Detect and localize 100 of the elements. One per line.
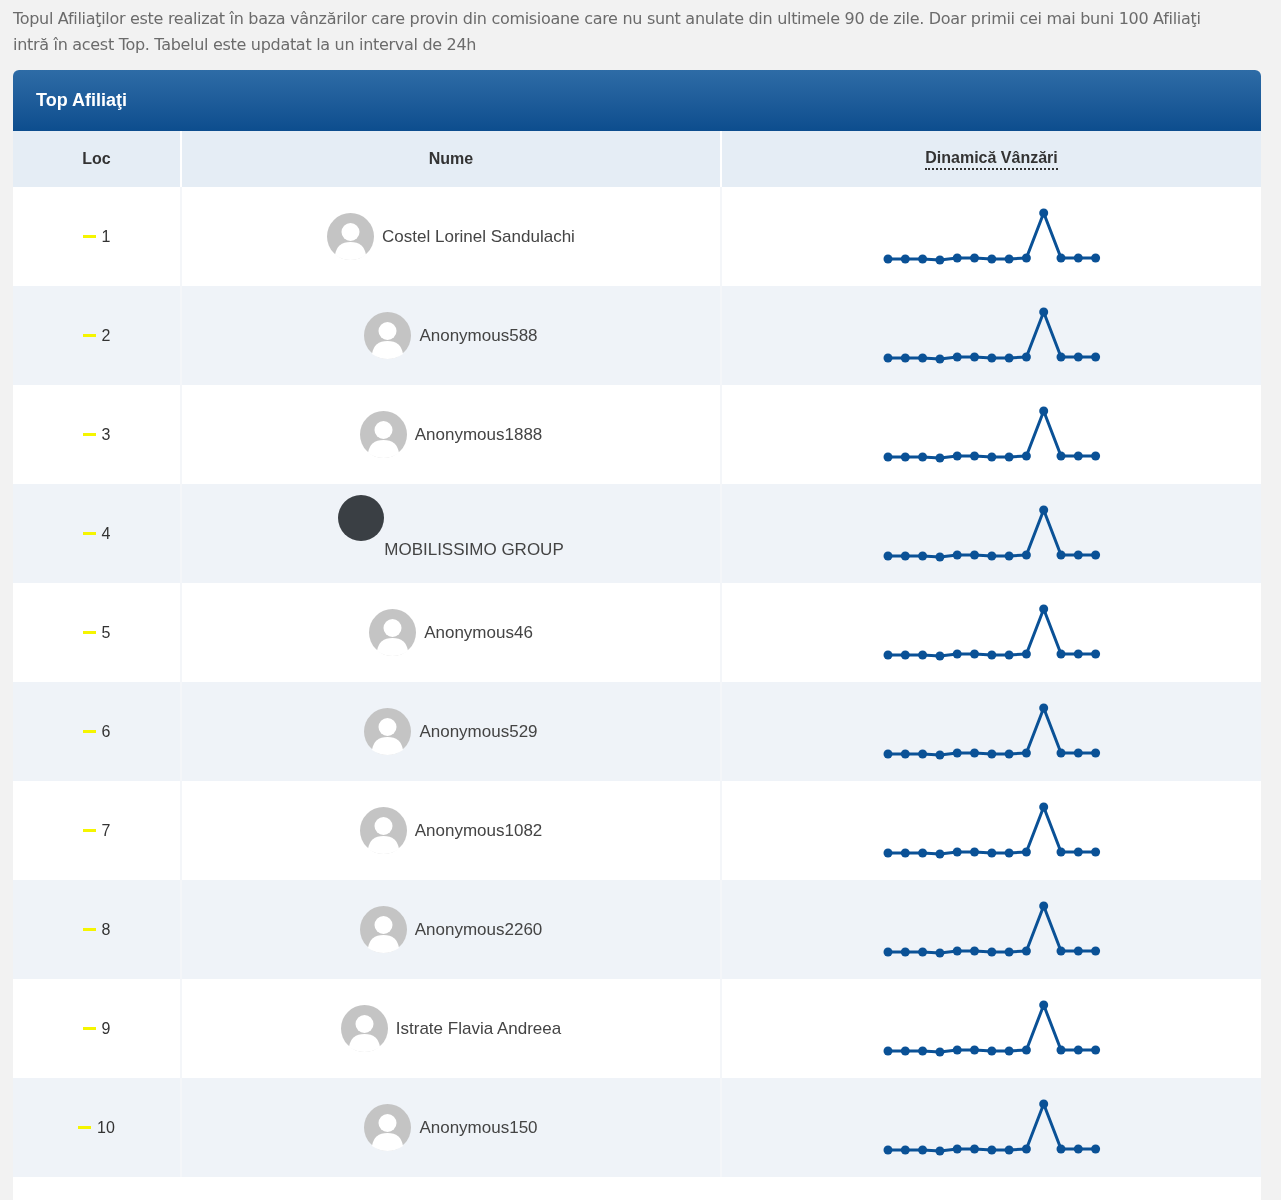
sparkline-point	[986, 1046, 996, 1055]
sparkline-point	[934, 1047, 944, 1056]
sparkline-point	[952, 748, 962, 757]
sparkline-point	[969, 550, 979, 559]
sparkline-point	[934, 849, 944, 858]
sparkline-point	[952, 847, 962, 856]
intro-text: Topul Afiliaţilor este realizat în baza vânzărilor care provin din comisioane care nu sunt anulate din ultimele 90 de zile. Doar primii cei mai buni 100 Afiliaţi intră în acest Top. Tabelul este updatat la un interval de 24h	[12, 8, 1202, 56]
sparkline-point	[1021, 550, 1031, 559]
sparkline-point	[1056, 550, 1065, 559]
sparkline-point	[883, 254, 892, 263]
sparkline-point	[917, 254, 927, 263]
sparkline-point	[986, 254, 996, 263]
sparkline-point	[1021, 253, 1031, 262]
sparkline-point	[917, 749, 927, 758]
sparkline-point	[1056, 748, 1065, 757]
sparkline-point	[969, 253, 979, 262]
affiliate-name: Anonymous588	[419, 324, 538, 347]
sparkline-point	[1073, 649, 1083, 658]
sparkline-point	[1038, 505, 1048, 514]
sparkline-point	[969, 451, 979, 460]
column-title: Loc	[82, 149, 111, 169]
affiliate-name: Anonymous1888	[414, 423, 543, 446]
sparkline-point	[969, 946, 979, 955]
sparkline-point	[883, 452, 892, 461]
column-title: Dinamică Vânzări	[925, 148, 1058, 170]
sparkline-point	[900, 452, 910, 461]
sparkline-point	[1021, 847, 1031, 856]
sparkline-point	[1004, 749, 1014, 758]
sparkline-point	[900, 1046, 910, 1055]
sparkline-point	[1090, 1144, 1100, 1153]
affiliate-name: Istrate Flavia Andreea	[395, 1017, 562, 1040]
rank-text: 4	[101, 523, 111, 544]
sparkline-point	[1004, 353, 1014, 362]
sparkline-point	[917, 947, 927, 956]
sparkline-point	[883, 1046, 892, 1055]
avatar-icon	[340, 1005, 388, 1052]
sparkline-point	[1090, 946, 1100, 955]
sparkline-point	[883, 848, 892, 857]
sparkline-point	[1038, 703, 1048, 712]
sparkline-point	[1056, 1144, 1065, 1153]
sparkline-point	[1090, 748, 1100, 757]
avatar-icon	[359, 906, 407, 953]
avatar-icon	[369, 609, 417, 656]
avatar-icon	[359, 807, 407, 854]
sparkline-point	[917, 551, 927, 560]
sparkline-point	[1090, 847, 1100, 856]
rank-text: 1	[101, 226, 111, 247]
sparkline-point	[1073, 847, 1083, 856]
sparkline-point	[1021, 352, 1031, 361]
sparkline-point	[900, 848, 910, 857]
affiliate-name: Anonymous1082	[414, 819, 543, 842]
sparkline-point	[1021, 1045, 1031, 1054]
affiliate-name: MOBILISSIMO GROUP	[384, 538, 564, 561]
sparkline-point	[1021, 748, 1031, 757]
sparkline-point	[917, 452, 927, 461]
sparkline-point	[1073, 946, 1083, 955]
sparkline-point	[1090, 649, 1100, 658]
sparkline-point	[1038, 1000, 1048, 1009]
sparkline-point	[952, 946, 962, 955]
sparkline-point	[917, 1145, 927, 1154]
sparkline-point	[1021, 1144, 1031, 1153]
avatar-icon	[359, 411, 407, 458]
sparkline-point	[934, 948, 944, 957]
sparkline-point	[1056, 649, 1065, 658]
sparkline-point	[934, 354, 944, 363]
sparkline-point	[1073, 1045, 1083, 1054]
sparkline-point	[900, 650, 910, 659]
sparkline-point	[1004, 1046, 1014, 1055]
sparkline-point	[1038, 802, 1048, 811]
sparkline-point	[986, 1145, 996, 1154]
sparkline-point	[1056, 1045, 1065, 1054]
rank-text: 8	[101, 919, 111, 940]
sparkline-point	[883, 353, 892, 362]
sparkline-point	[900, 1145, 910, 1154]
sparkline-point	[934, 255, 944, 264]
sparkline-point	[1004, 551, 1014, 560]
column-title: Nume	[428, 149, 474, 169]
sparkline-point	[900, 551, 910, 560]
sparkline-point	[1090, 352, 1100, 361]
sparkline-point	[1004, 452, 1014, 461]
sparkline-point	[917, 650, 927, 659]
sparkline-point	[1004, 1145, 1014, 1154]
sparkline-point	[1073, 1144, 1083, 1153]
affiliate-name: Anonymous2260	[414, 918, 543, 941]
sparkline-point	[1004, 848, 1014, 857]
avatar-icon	[364, 312, 412, 359]
sparkline-point	[986, 947, 996, 956]
panel-title: Top Afiliaţi	[36, 89, 127, 112]
sparkline-point	[952, 550, 962, 559]
sparkline-point	[934, 750, 944, 759]
sparkline-point	[1021, 946, 1031, 955]
sparkline-point	[883, 650, 892, 659]
sparkline-point	[883, 1145, 892, 1154]
sparkline-point	[986, 749, 996, 758]
sparkline-point	[1004, 947, 1014, 956]
rank-text: 3	[101, 424, 111, 445]
sparkline-point	[1004, 650, 1014, 659]
sparkline-point	[986, 650, 996, 659]
rank-text: 10	[97, 1117, 115, 1138]
sparkline-point	[1038, 406, 1048, 415]
